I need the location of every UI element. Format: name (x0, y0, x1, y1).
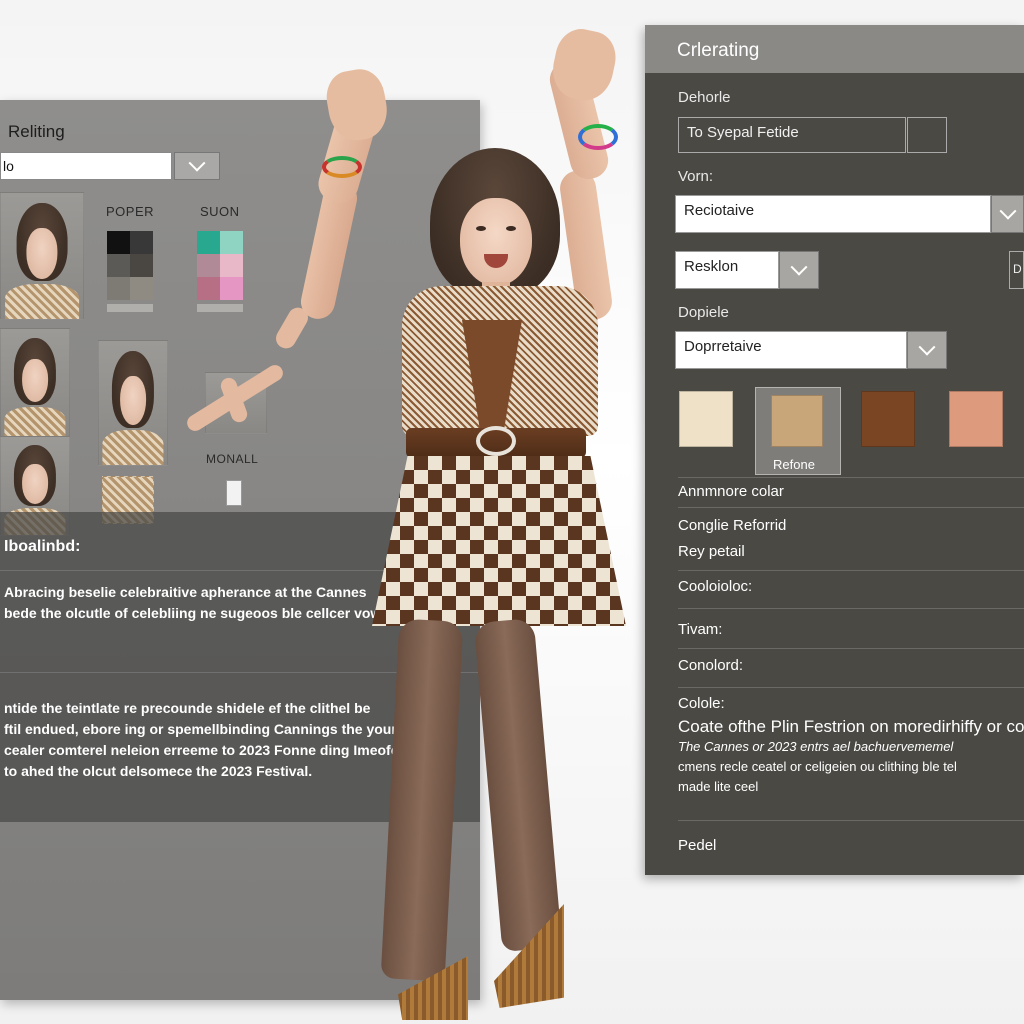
column-label-suon: SUON (200, 204, 240, 219)
eye (476, 226, 486, 231)
divider (678, 570, 1024, 571)
swatch[interactable] (220, 231, 243, 254)
avatar-thumbnail[interactable] (0, 328, 70, 438)
swatch-caption (107, 304, 153, 312)
bracelet-icon (578, 124, 618, 150)
divider (678, 687, 1024, 688)
avatar-thumbnail[interactable] (98, 340, 168, 466)
option-row[interactable]: Rey petail (678, 543, 745, 560)
avatar-thumbnail[interactable] (0, 192, 84, 320)
left-panel-select[interactable]: lo (0, 152, 172, 180)
leg (380, 618, 464, 982)
option-row[interactable]: Conolord: (678, 657, 743, 674)
right-panel-header: Crlerating (645, 25, 1024, 73)
select-field[interactable]: Doprretaive (675, 331, 907, 369)
select-field[interactable]: Reciotaive (675, 195, 991, 233)
right-panel-title: Crlerating (677, 40, 760, 61)
slider-handle[interactable] (226, 480, 242, 506)
field-label: Dehorle (678, 89, 731, 106)
swatch-caption (197, 304, 243, 312)
chevron-down-icon (790, 258, 808, 276)
dropdown-button[interactable] (991, 195, 1024, 233)
description-line: made lite ceel (678, 779, 759, 794)
chevron-down-icon (918, 338, 936, 356)
checkered-skirt (372, 456, 626, 626)
swatch[interactable] (197, 277, 220, 300)
divider (678, 820, 1024, 821)
face (460, 198, 532, 286)
left-panel-dropdown-button[interactable] (174, 152, 220, 180)
swatch[interactable] (107, 231, 130, 254)
swatch[interactable] (220, 254, 243, 277)
option-row[interactable]: Annmnore colar (678, 483, 784, 500)
divider (678, 477, 1024, 478)
swatch[interactable] (130, 254, 153, 277)
skin-tone-swatch[interactable] (949, 391, 1003, 447)
divider (678, 507, 1024, 508)
swatch[interactable] (107, 277, 130, 300)
option-row[interactable]: Tivam: (678, 621, 722, 638)
field-label: Vorn: (678, 168, 714, 185)
eye (506, 226, 516, 231)
skin-tone-swatch[interactable] (679, 391, 733, 447)
divider (678, 648, 1024, 649)
dropdown-button[interactable] (907, 331, 947, 369)
text-field-addon[interactable] (907, 117, 947, 153)
option-row[interactable]: Cooloioloc: (678, 578, 752, 595)
swatch[interactable] (130, 277, 153, 300)
swatch[interactable] (197, 254, 220, 277)
right-panel: Crlerating Dehorle To Syepal Fetide Vorn… (645, 25, 1024, 875)
select-field[interactable]: Resklon (675, 251, 779, 289)
swatch[interactable] (197, 231, 220, 254)
description-line: cmens recle ceatel or celigeien ou clith… (678, 759, 957, 774)
column-label-poper: POPER (106, 204, 155, 219)
moduel-label: MONALL (206, 452, 259, 466)
text-field[interactable]: To Syepal Fetide (678, 117, 906, 153)
description-line: The Cannes or 2023 entrs ael bachuerveme… (678, 739, 954, 754)
overlay-heading: Iboalinbd: (4, 538, 81, 555)
chevron-down-icon (999, 202, 1016, 220)
chevron-down-icon (188, 154, 206, 172)
leg (473, 618, 563, 952)
option-row[interactable]: Conglie Reforrid (678, 517, 786, 534)
swatch[interactable] (107, 254, 130, 277)
skin-tone-swatch[interactable] (771, 395, 823, 447)
swatch[interactable] (130, 231, 153, 254)
character-preview[interactable] (290, 20, 650, 1020)
divider (678, 608, 1024, 609)
field-label: Dopiele (678, 304, 729, 321)
dropdown-button[interactable] (779, 251, 819, 289)
description-line: Coate ofthe Plin Festrion on moredirhiff… (678, 717, 1024, 736)
belt-buckle-icon (476, 426, 516, 456)
swatch[interactable] (220, 277, 243, 300)
description-label: Colole: (678, 695, 725, 712)
footer-label[interactable]: Pedel (678, 837, 716, 854)
selected-swatch-label: Refone (773, 457, 815, 472)
side-field[interactable]: D (1009, 251, 1024, 289)
left-panel-title: Reliting (8, 122, 65, 141)
skin-tone-swatch[interactable] (861, 391, 915, 447)
bracelet-icon (322, 156, 362, 178)
